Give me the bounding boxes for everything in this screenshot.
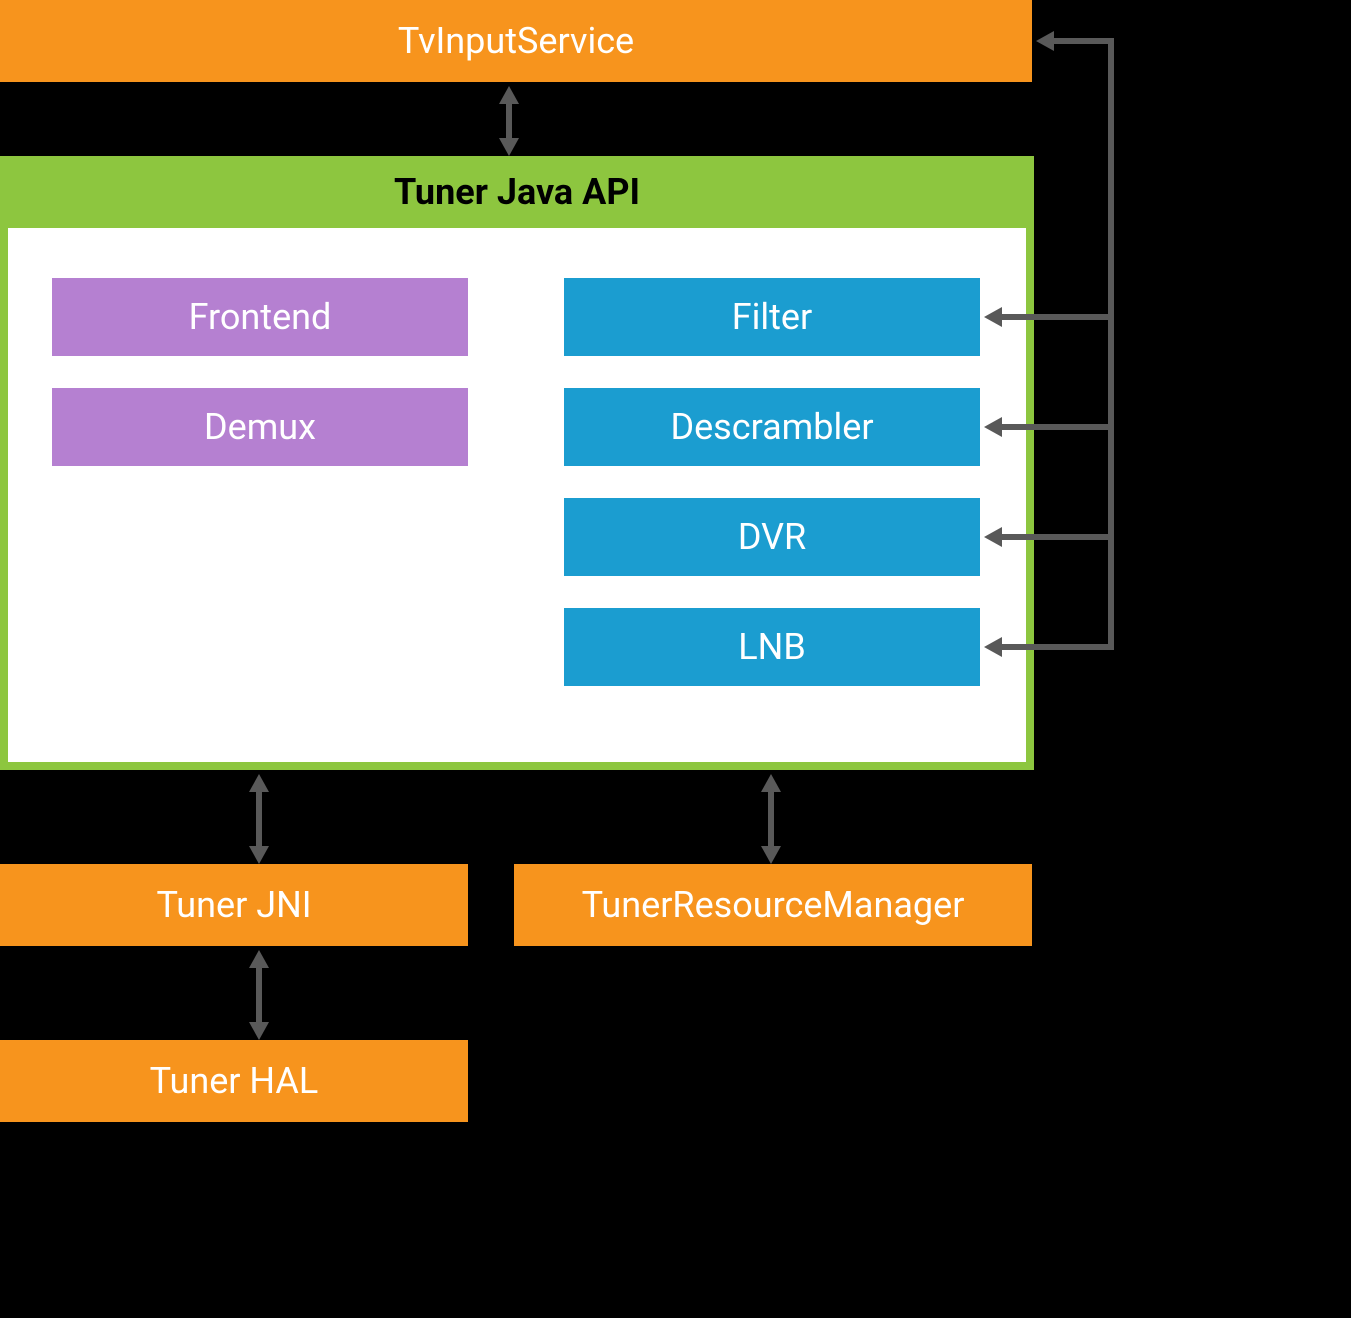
arrow-connector (1050, 38, 1114, 44)
arrow-connector (506, 100, 512, 142)
tuner-hal-label: Tuner HAL (150, 1060, 319, 1102)
tuner-jni-box: Tuner JNI (0, 864, 468, 946)
tuner-resource-manager-label: TunerResourceManager (582, 884, 965, 926)
demux-box: Demux (52, 388, 468, 466)
descrambler-box: Descrambler (564, 388, 980, 466)
frontend-label: Frontend (189, 296, 332, 338)
tuner-resource-manager-box: TunerResourceManager (514, 864, 1032, 946)
tuner-jni-label: Tuner JNI (156, 884, 311, 926)
arrow-connector (998, 314, 1114, 320)
descrambler-label: Descrambler (670, 406, 873, 448)
filter-box: Filter (564, 278, 980, 356)
tuner-hal-box: Tuner HAL (0, 1040, 468, 1122)
filter-label: Filter (732, 296, 812, 338)
arrow-connector (998, 644, 1114, 650)
arrow-connector (256, 788, 262, 850)
arrow-down-icon (249, 1022, 269, 1040)
frontend-box: Frontend (52, 278, 468, 356)
arrow-connector (1108, 38, 1114, 650)
arrow-connector (768, 788, 774, 850)
tuner-java-api-label: Tuner Java API (394, 171, 640, 213)
arrow-down-icon (761, 846, 781, 864)
arrow-down-icon (249, 846, 269, 864)
arrow-connector (256, 964, 262, 1026)
arrow-connector (998, 424, 1114, 430)
lnb-box: LNB (564, 608, 980, 686)
dvr-box: DVR (564, 498, 980, 576)
tuner-java-api-title: Tuner Java API (0, 156, 1034, 228)
dvr-label: DVR (738, 516, 806, 558)
tv-input-service-box: TvInputService (0, 0, 1032, 82)
arrow-down-icon (499, 138, 519, 156)
arrow-connector (998, 534, 1114, 540)
tv-input-service-label: TvInputService (398, 20, 634, 62)
demux-label: Demux (204, 406, 316, 448)
lnb-label: LNB (738, 626, 806, 668)
